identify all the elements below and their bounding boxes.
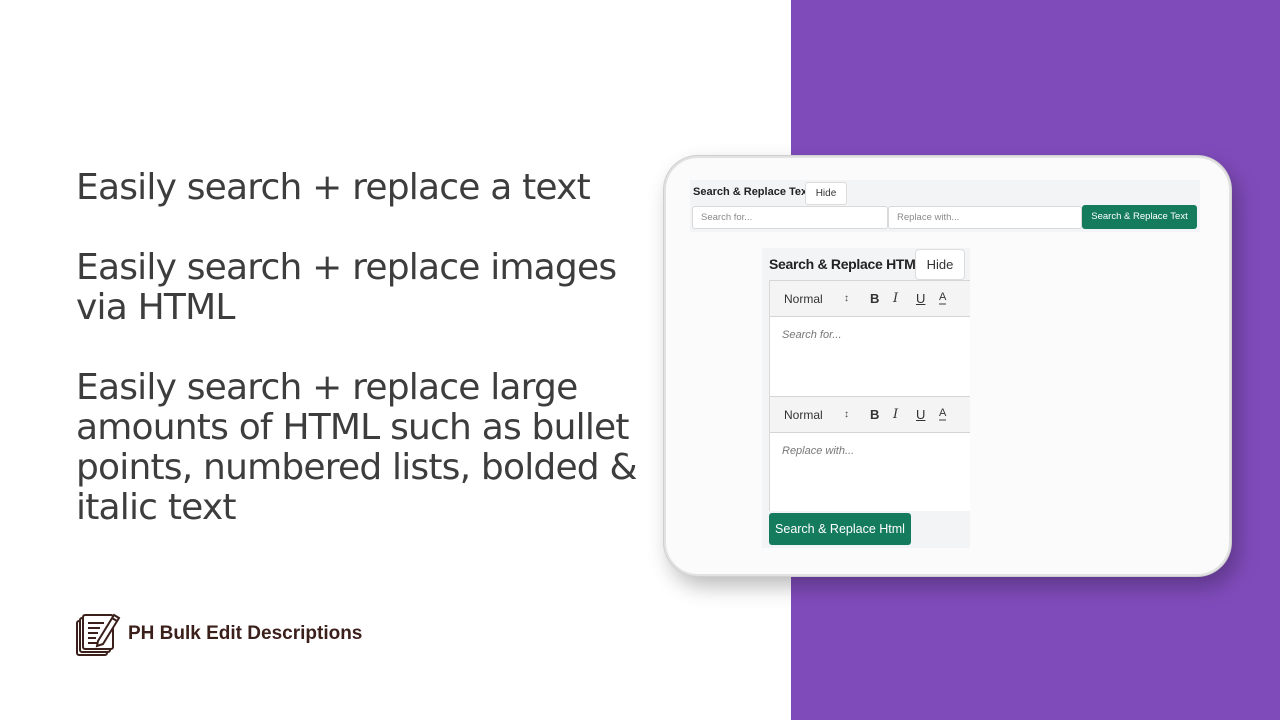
search-for-input[interactable]: Search for... [692, 206, 888, 229]
search-replace-text-button[interactable]: Search & Replace Text [1082, 205, 1197, 229]
brand-name: PH Bulk Edit Descriptions [128, 623, 363, 644]
html-replace-title: Search & Replace HTML [769, 256, 924, 272]
italic-button[interactable]: I [893, 407, 916, 422]
replace-html-textarea[interactable]: Replace with... [770, 433, 970, 511]
underline-button[interactable]: U [916, 291, 939, 306]
search-html-textarea[interactable]: Search for... [770, 317, 970, 397]
format-select[interactable]: Normal [784, 292, 844, 306]
hide-html-panel-button[interactable]: Hide [915, 249, 965, 280]
bold-button[interactable]: B [870, 291, 893, 306]
underline-button[interactable]: U [916, 407, 939, 422]
editor-toolbar: Normal ↕ B I U A [770, 280, 970, 317]
select-arrows-icon: ↕ [844, 409, 849, 420]
replace-with-input[interactable]: Replace with... [888, 206, 1082, 229]
select-arrows-icon: ↕ [844, 293, 849, 304]
editor-toolbar: Normal ↕ B I U A [770, 396, 970, 433]
replace-html-editor: Normal ↕ B I U A Replace with... [769, 396, 970, 511]
notepad-pencil-icon [76, 613, 121, 656]
format-select[interactable]: Normal [784, 408, 844, 422]
text-replace-title: Search & Replace Text [693, 186, 811, 198]
text-color-button[interactable]: A [939, 408, 947, 421]
bold-button[interactable]: B [870, 407, 893, 422]
brand-logo: PH Bulk Edit Descriptions [74, 609, 362, 659]
feature-image-replace: Easily search + replace images via HTML [76, 247, 617, 328]
italic-button[interactable]: I [893, 291, 916, 306]
feature-list: Easily search + replace a text Easily se… [76, 168, 656, 568]
search-replace-html-button[interactable]: Search & Replace Html [769, 513, 911, 545]
feature-html-replace: Easily search + replace large amounts of… [76, 367, 638, 528]
hide-text-panel-button[interactable]: Hide [805, 182, 847, 205]
text-color-button[interactable]: A [939, 292, 947, 305]
search-html-editor: Normal ↕ B I U A Search for... [769, 280, 970, 397]
feature-text-replace: Easily search + replace a text [76, 167, 591, 208]
